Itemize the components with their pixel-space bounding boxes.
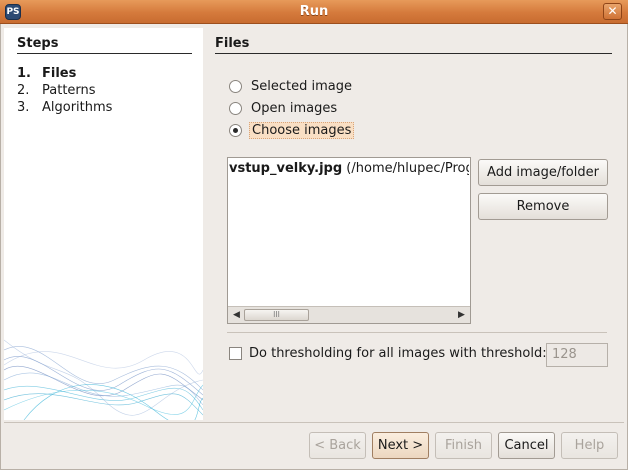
radio-button[interactable] [229, 79, 242, 93]
footer-divider [4, 422, 624, 423]
close-icon[interactable]: ✕ [603, 3, 622, 20]
radio-choose-images[interactable]: Choose images [229, 121, 355, 139]
file-path: (/home/hlupec/Prog [342, 161, 469, 176]
threshold-checkbox[interactable] [229, 346, 242, 360]
step-number: 2. [17, 83, 30, 98]
step-item-patterns: 2. Patterns [17, 82, 112, 99]
steps-list: 1. Files 2. Patterns 3. Algorithms [17, 65, 112, 116]
radio-button-checked[interactable] [229, 123, 242, 137]
step-number: 1. [17, 66, 31, 81]
files-heading: Files [215, 36, 612, 54]
cancel-button[interactable]: Cancel [498, 432, 555, 459]
step-label: Algorithms [42, 100, 113, 115]
radio-button[interactable] [229, 101, 242, 115]
step-label: Patterns [42, 83, 96, 98]
steps-panel: Steps 1. Files 2. Patterns 3. Algorithms [4, 28, 203, 420]
add-image-folder-button[interactable]: Add image/folder [478, 159, 608, 186]
step-label: Files [42, 66, 77, 81]
file-name: vstup_velky.jpg [229, 161, 343, 176]
step-item-algorithms: 3. Algorithms [17, 99, 112, 116]
radio-label: Choose images [249, 121, 355, 139]
radio-label: Selected image [251, 78, 352, 94]
step-item-files: 1. Files [17, 65, 112, 82]
wave-decoration [4, 339, 203, 420]
divider [227, 332, 607, 333]
scroll-right-icon[interactable]: ▶ [454, 308, 469, 322]
scroll-left-icon[interactable]: ◀ [229, 308, 244, 322]
radio-selected-image[interactable]: Selected image [229, 77, 354, 95]
scroll-thumb[interactable]: lll [244, 309, 309, 321]
step-number: 3. [17, 100, 30, 115]
list-item[interactable]: vstup_velky.jpg (/home/hlupec/Prog [229, 161, 469, 176]
next-button[interactable]: Next > [372, 432, 429, 459]
horizontal-scrollbar[interactable]: ◀ lll ▶ [228, 306, 470, 323]
back-button[interactable]: < Back [309, 432, 366, 459]
file-list[interactable]: vstup_velky.jpg (/home/hlupec/Prog ◀ lll… [227, 157, 471, 324]
radio-open-images[interactable]: Open images [229, 99, 339, 117]
radio-label: Open images [251, 100, 338, 116]
window-title: Run [299, 4, 329, 19]
help-button[interactable]: Help [561, 432, 618, 459]
threshold-label: Do thresholding for all images with thre… [249, 345, 547, 361]
finish-button[interactable]: Finish [435, 432, 492, 459]
threshold-option[interactable]: Do thresholding for all images with thre… [229, 344, 547, 362]
remove-button[interactable]: Remove [478, 193, 608, 220]
threshold-field[interactable]: 128 [546, 343, 608, 367]
steps-heading: Steps [17, 36, 192, 54]
